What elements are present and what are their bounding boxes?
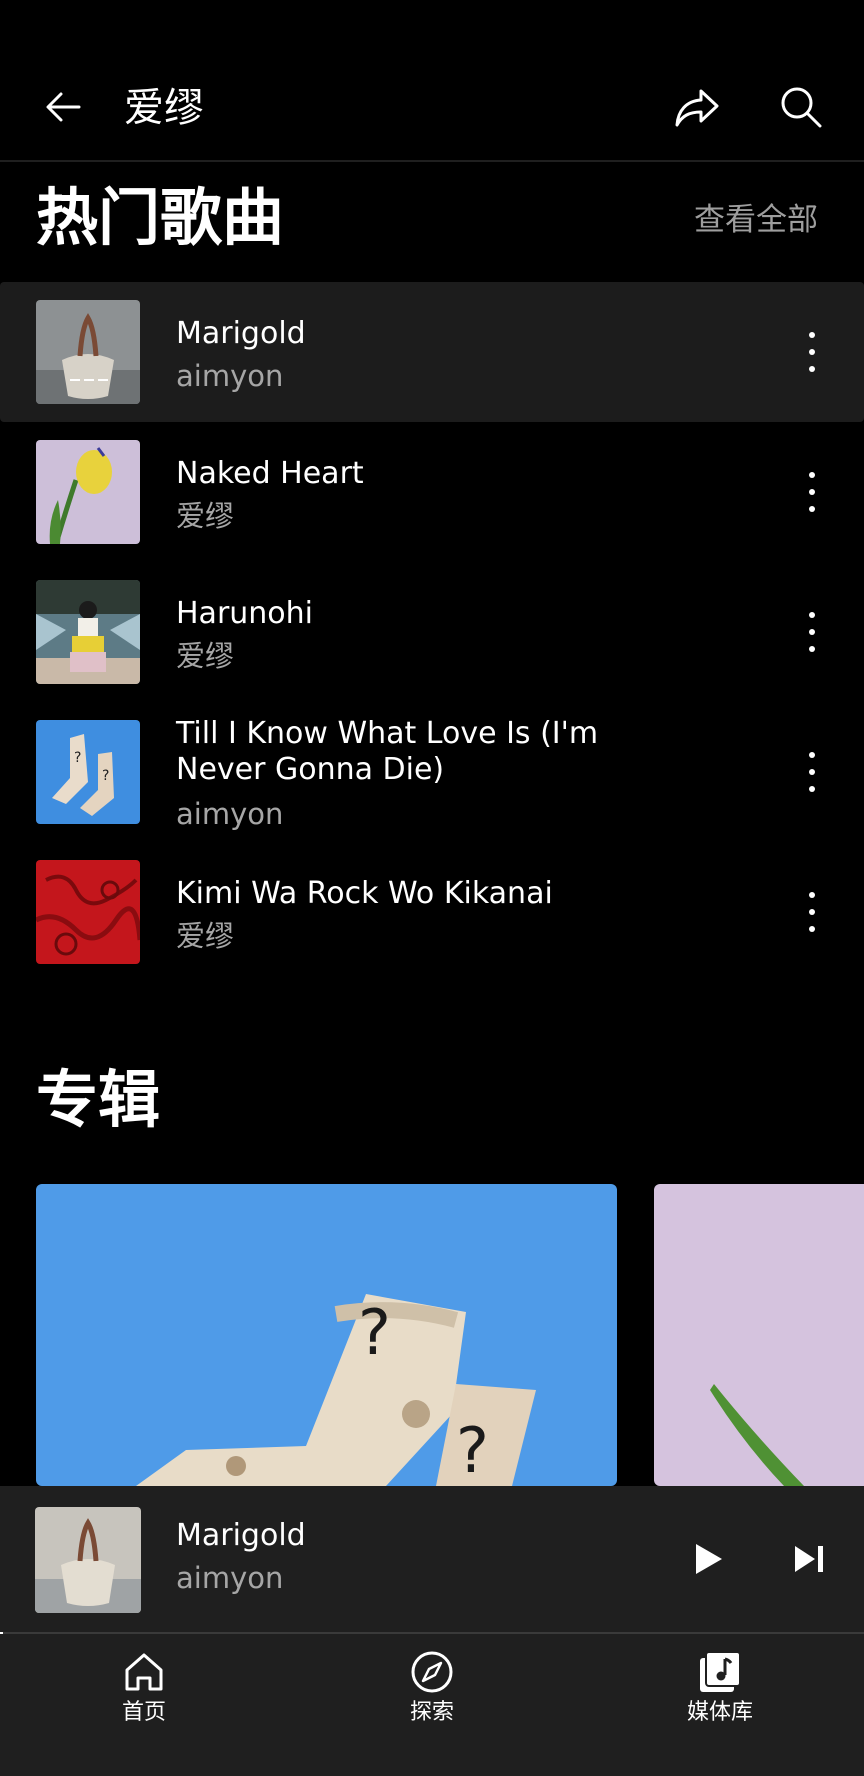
share-icon [675, 89, 719, 127]
more-vert-icon [809, 752, 815, 758]
nav-home-label: 首页 [121, 1700, 166, 1725]
more-options-button[interactable] [806, 892, 818, 932]
song-artist: aimyon [176, 359, 284, 393]
arrow-left-icon [46, 92, 81, 122]
more-options-button[interactable] [806, 332, 818, 372]
song-row[interactable]: ? ? Till I Know What Love Is (I'm Never … [0, 702, 864, 842]
top-songs-heading: 热门歌曲 [36, 181, 285, 254]
song-artist: 爱缪 [176, 919, 235, 953]
song-title: Till I Know What Love Is (I'm Never Gonn… [176, 716, 599, 787]
nav-explore[interactable]: 探索 [332, 1650, 532, 1728]
compass-icon [411, 1651, 453, 1693]
albums-heading: 专辑 [36, 1063, 161, 1136]
song-row[interactable]: Naked Heart 爱缪 [0, 422, 864, 562]
svg-text:?: ? [358, 1296, 391, 1369]
album-art: ? ? [36, 720, 140, 824]
bottom-navigation: 首页 探索 媒体库 [0, 1634, 864, 1776]
song-artist: aimyon [176, 797, 284, 831]
svg-text:?: ? [102, 768, 109, 784]
play-icon [696, 1544, 722, 1574]
share-button[interactable] [662, 72, 732, 142]
album-card[interactable] [654, 1184, 864, 1486]
svg-text:?: ? [74, 750, 81, 766]
song-title: Marigold [176, 316, 306, 351]
top-app-bar: 爱缪 [0, 0, 864, 162]
more-options-button[interactable] [806, 612, 818, 652]
play-button[interactable] [684, 1534, 734, 1584]
song-row[interactable]: Marigold aimyon [0, 282, 864, 422]
mini-player[interactable]: Marigold aimyon [0, 1486, 864, 1634]
more-vert-icon [809, 332, 815, 338]
more-vert-icon [809, 892, 815, 898]
now-playing-title: Marigold [176, 1518, 306, 1553]
song-row[interactable]: Harunohi 爱缪 [0, 562, 864, 702]
search-button[interactable] [766, 72, 836, 142]
skip-next-icon [795, 1546, 823, 1572]
see-all-link[interactable]: 查看全部 [694, 198, 818, 242]
back-button[interactable] [28, 72, 98, 142]
nav-library[interactable]: 媒体库 [620, 1650, 820, 1728]
album-art [36, 440, 140, 544]
song-title: Kimi Wa Rock Wo Kikanai [176, 876, 553, 911]
now-playing-art [35, 1507, 141, 1613]
more-vert-icon [809, 472, 815, 478]
nav-home[interactable]: 首页 [44, 1650, 244, 1728]
more-options-button[interactable] [806, 472, 818, 512]
home-icon [125, 1653, 163, 1691]
song-title: Naked Heart [176, 456, 364, 491]
library-icon [700, 1651, 741, 1692]
song-artist: 爱缪 [176, 639, 235, 673]
search-icon [781, 87, 822, 128]
song-artist: 爱缪 [176, 499, 235, 533]
song-row[interactable]: Kimi Wa Rock Wo Kikanai 爱缪 [0, 842, 864, 982]
now-playing-artist: aimyon [176, 1561, 284, 1595]
album-art [36, 860, 140, 964]
album-art [36, 300, 140, 404]
svg-text:?: ? [456, 1414, 489, 1486]
skip-next-button[interactable] [784, 1534, 834, 1584]
album-art [36, 580, 140, 684]
more-options-button[interactable] [806, 752, 818, 792]
song-title: Harunohi [176, 596, 314, 631]
nav-library-label: 媒体库 [686, 1700, 753, 1725]
page-title: 爱缪 [124, 85, 204, 131]
more-vert-icon [809, 612, 815, 618]
nav-explore-label: 探索 [409, 1700, 454, 1725]
album-card[interactable]: ? ? [36, 1184, 617, 1486]
